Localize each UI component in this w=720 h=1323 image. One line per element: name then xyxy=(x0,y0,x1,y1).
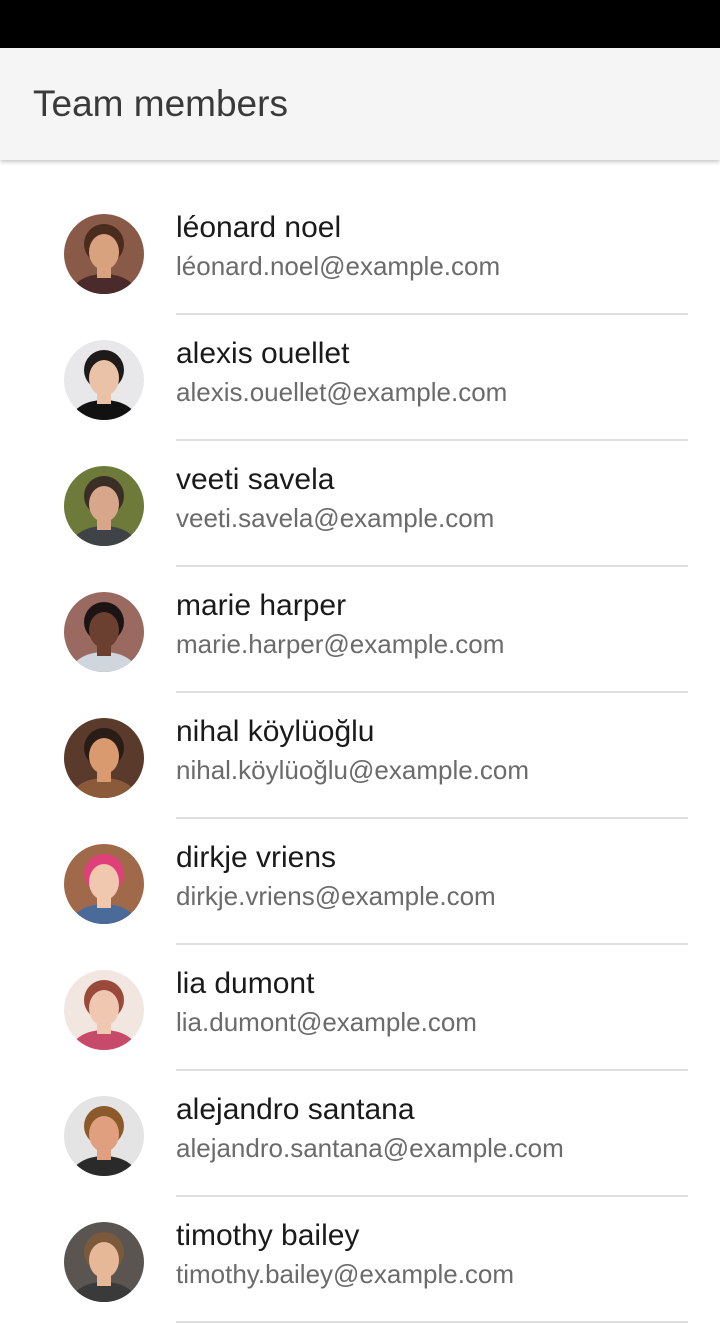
member-name: dirkje vriens xyxy=(176,841,337,874)
avatar xyxy=(64,340,144,420)
member-email: timothy.bailey@example.com xyxy=(176,1259,515,1289)
status-bar xyxy=(0,0,720,48)
member-email: marie.harper@example.com xyxy=(176,629,505,659)
member-email: veeti.savela@example.com xyxy=(176,503,495,533)
avatar xyxy=(64,592,144,672)
member-list-item[interactable]: marie harper marie.harper@example.com xyxy=(0,567,720,693)
member-name: marie harper xyxy=(176,589,347,622)
member-name: léonard noel xyxy=(176,211,342,244)
avatar xyxy=(64,1096,144,1176)
member-list-item[interactable]: léonard noel léonard.noel@example.com xyxy=(0,189,720,315)
avatar xyxy=(64,844,144,924)
member-list-item[interactable]: dirkje vriens dirkje.vriens@example.com xyxy=(0,819,720,945)
member-email: alexis.ouellet@example.com xyxy=(176,377,508,407)
member-list-item[interactable]: timothy bailey timothy.bailey@example.co… xyxy=(0,1197,720,1323)
avatar xyxy=(64,214,144,294)
member-name: veeti savela xyxy=(176,463,335,496)
member-list: léonard noel léonard.noel@example.com al… xyxy=(0,189,720,1323)
avatar xyxy=(64,970,144,1050)
member-email: lia.dumont@example.com xyxy=(176,1007,477,1037)
member-email: dirkje.vriens@example.com xyxy=(176,881,496,911)
member-name: nihal köylüoğlu xyxy=(176,715,375,748)
member-name: alejandro santana xyxy=(176,1093,415,1126)
member-name: timothy bailey xyxy=(176,1219,360,1252)
avatar xyxy=(64,1222,144,1302)
member-email: nihal.köylüoğlu@example.com xyxy=(176,755,530,785)
member-name: alexis ouellet xyxy=(176,337,350,370)
member-list-item[interactable]: nihal köylüoğlu nihal.köylüoğlu@example.… xyxy=(0,693,720,819)
avatar xyxy=(64,466,144,546)
member-list-item[interactable]: alejandro santana alejandro.santana@exam… xyxy=(0,1071,720,1197)
member-list-item[interactable]: lia dumont lia.dumont@example.com xyxy=(0,945,720,1071)
member-email: alejandro.santana@example.com xyxy=(176,1133,564,1163)
member-name: lia dumont xyxy=(176,967,315,1000)
member-list-item[interactable]: alexis ouellet alexis.ouellet@example.co… xyxy=(0,315,720,441)
page-title: Team members xyxy=(33,83,288,124)
member-list-item[interactable]: veeti savela veeti.savela@example.com xyxy=(0,441,720,567)
app-bar: Team members xyxy=(0,48,720,160)
avatar xyxy=(64,718,144,798)
member-email: léonard.noel@example.com xyxy=(176,251,501,281)
